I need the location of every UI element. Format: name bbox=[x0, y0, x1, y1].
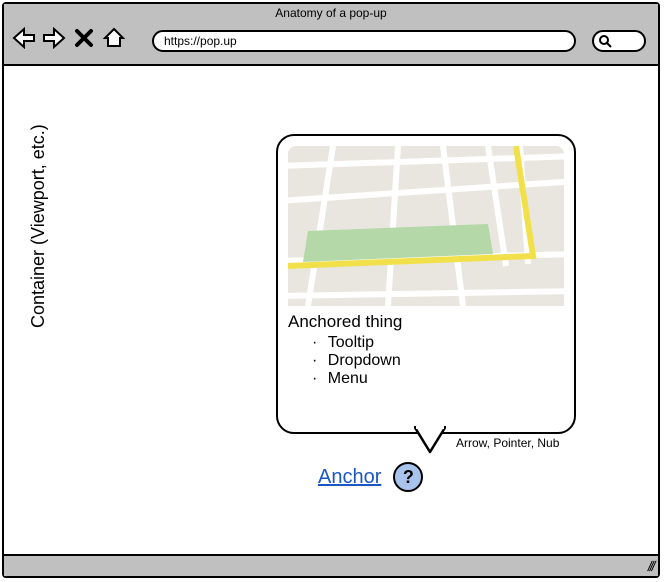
arrow-label: Arrow, Pointer, Nub bbox=[456, 436, 559, 450]
popup-title: Anchored thing bbox=[288, 312, 564, 332]
popup-list: Tooltip Dropdown Menu bbox=[312, 334, 564, 388]
list-item: Menu bbox=[312, 370, 564, 388]
help-icon[interactable]: ? bbox=[393, 462, 423, 492]
back-button[interactable] bbox=[12, 26, 36, 50]
forward-button[interactable] bbox=[42, 26, 66, 50]
nav-toolbar bbox=[12, 26, 126, 50]
home-button[interactable] bbox=[102, 26, 126, 50]
stop-button[interactable] bbox=[72, 26, 96, 50]
viewport: Container (Viewport, etc.) bbox=[6, 68, 656, 552]
list-item: Dropdown bbox=[312, 352, 564, 370]
resize-grip-icon[interactable]: /// bbox=[647, 558, 655, 574]
anchor-row: Anchor ? bbox=[318, 462, 423, 492]
anchor-link[interactable]: Anchor bbox=[318, 466, 381, 489]
url-bar[interactable] bbox=[152, 30, 576, 52]
list-item: Tooltip bbox=[312, 334, 564, 352]
status-bar: /// bbox=[4, 554, 658, 576]
search-icon bbox=[598, 34, 612, 48]
popup-arrow bbox=[414, 426, 446, 454]
window-title: Anatomy of a pop-up bbox=[4, 6, 658, 20]
search-box[interactable] bbox=[592, 30, 646, 52]
popup: Anchored thing Tooltip Dropdown Menu bbox=[276, 134, 576, 434]
container-label: Container (Viewport, etc.) bbox=[28, 124, 49, 328]
browser-chrome: Anatomy of a pop-up bbox=[4, 4, 658, 66]
browser-window: Anatomy of a pop-up Container (Viewport,… bbox=[2, 2, 660, 578]
map-thumbnail bbox=[288, 146, 564, 306]
